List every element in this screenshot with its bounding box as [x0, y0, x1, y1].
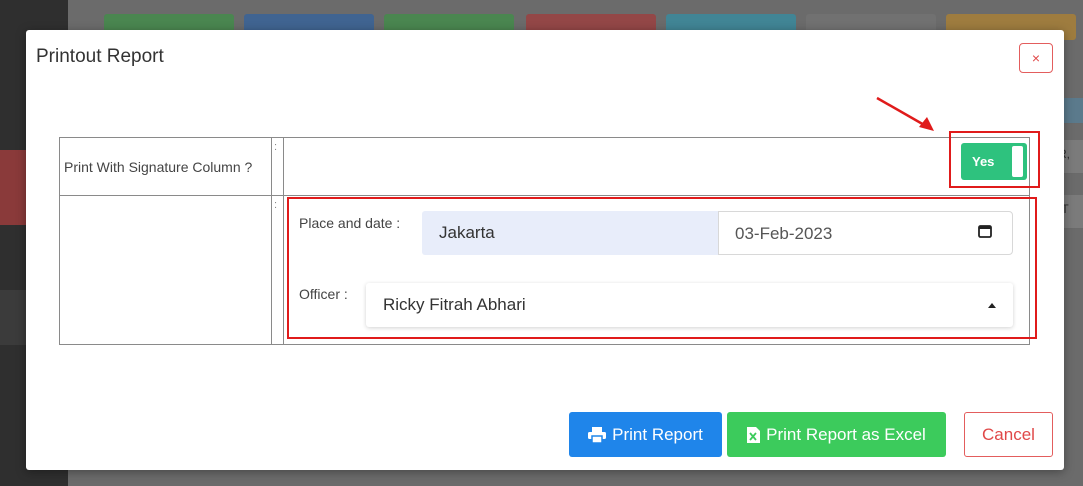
- table-divider: [283, 138, 284, 344]
- print-report-label: Print Report: [612, 424, 703, 444]
- cancel-label: Cancel: [982, 424, 1035, 444]
- separator-colon: :: [274, 199, 278, 211]
- signature-column-label: Print With Signature Column ?: [64, 159, 253, 175]
- table-divider: [271, 138, 272, 344]
- close-icon: ×: [1031, 50, 1041, 66]
- separator-colon: :: [274, 141, 278, 153]
- printout-report-modal: Printout Report × Print With Signature C…: [26, 30, 1064, 470]
- print-report-button[interactable]: Print Report: [569, 412, 722, 457]
- table-divider: [60, 195, 1029, 196]
- print-excel-label: Print Report as Excel: [766, 424, 926, 444]
- cancel-button[interactable]: Cancel: [964, 412, 1053, 457]
- excel-file-icon: [747, 426, 761, 443]
- annotation-arrow-icon: [876, 96, 934, 131]
- modal-title: Printout Report: [36, 46, 164, 67]
- print-excel-button[interactable]: Print Report as Excel: [727, 412, 946, 457]
- toggle-highlight-box: [949, 131, 1040, 188]
- fields-highlight-box: [287, 197, 1037, 339]
- printer-icon: [588, 426, 607, 443]
- close-button[interactable]: ×: [1019, 43, 1053, 73]
